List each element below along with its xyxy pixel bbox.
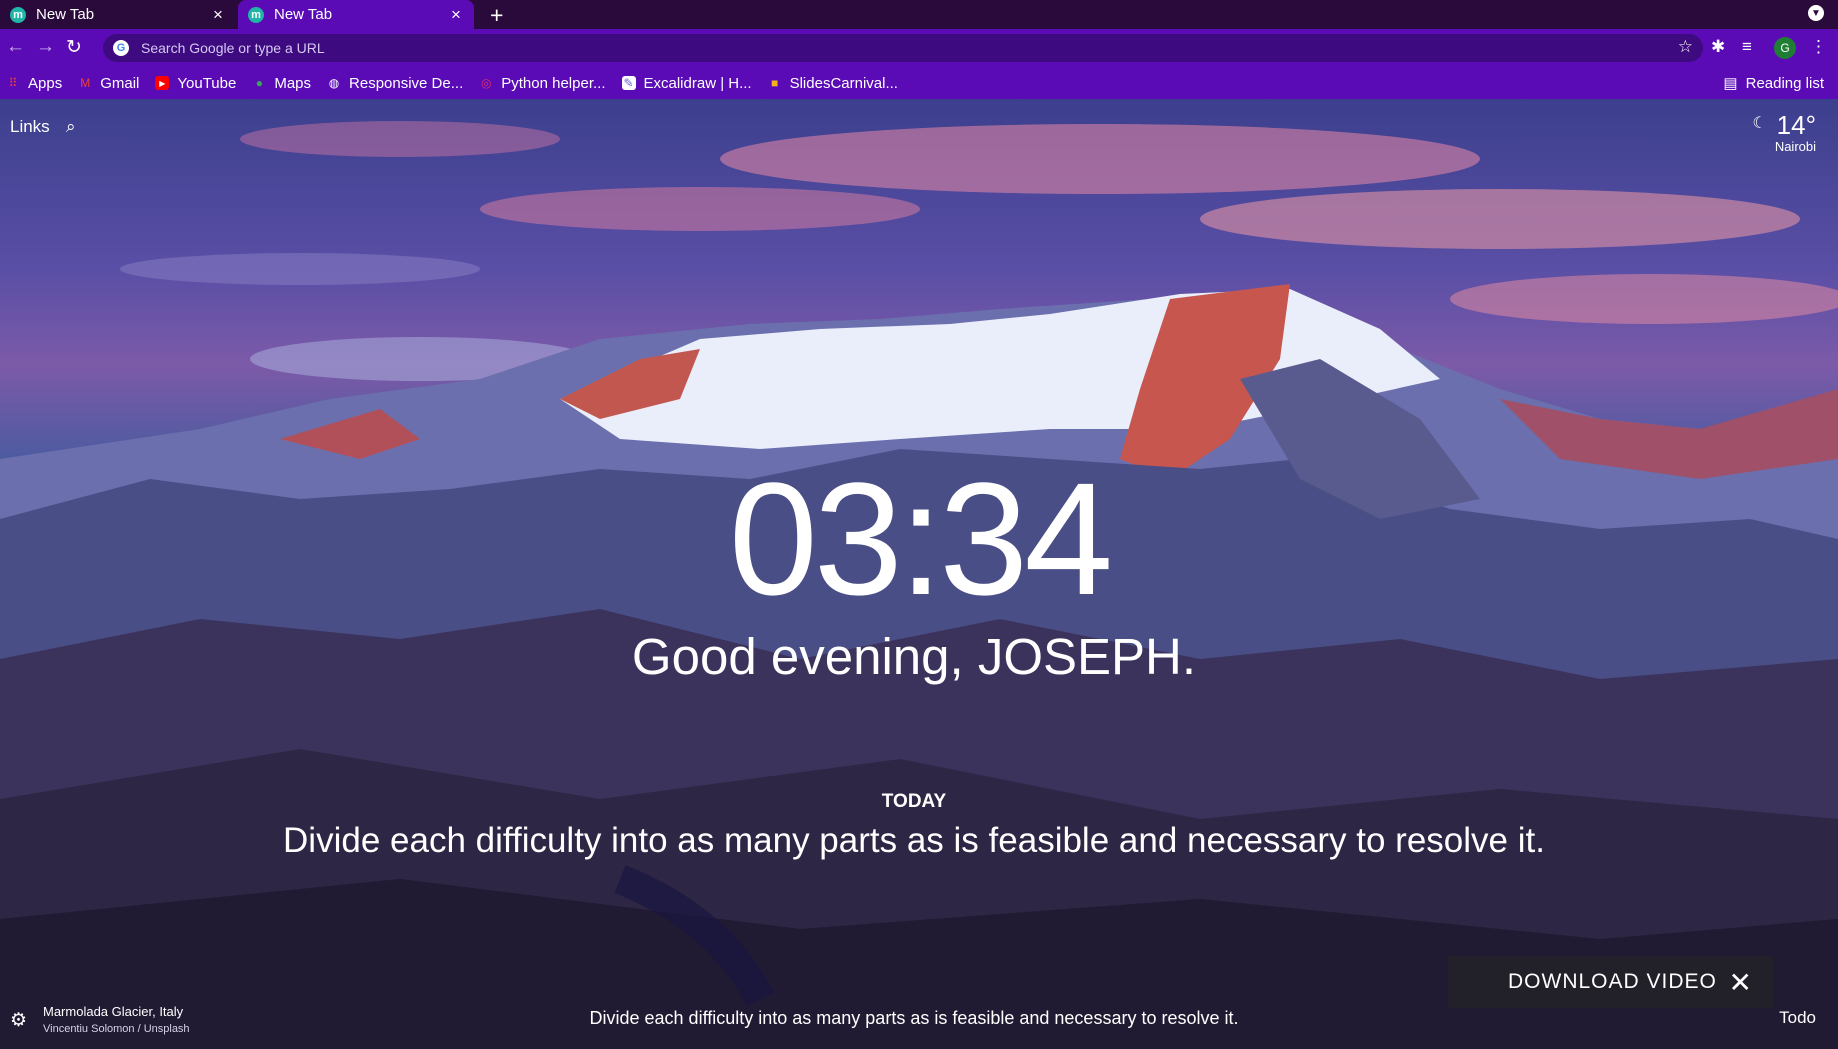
tab-new-tab-1[interactable]: m New Tab × — [0, 0, 236, 29]
back-arrow-icon[interactable]: ← — [6, 36, 25, 58]
bookmark-label: Python helper... — [501, 74, 606, 92]
bookmark-slidescarnival[interactable]: ■ SlidesCarnival... — [768, 75, 898, 92]
download-video-label[interactable]: DOWNLOAD VIDEO — [1508, 970, 1729, 994]
search-icon[interactable]: ⌕ — [66, 117, 76, 137]
bookmark-gmail[interactable]: M Gmail — [78, 75, 139, 92]
bookmark-label: SlidesCarnival... — [789, 74, 898, 92]
maps-icon: ● — [255, 76, 263, 90]
gmail-icon: M — [80, 76, 91, 90]
reading-list-icon: ▤ — [1723, 75, 1738, 92]
daily-quote: Divide each difficulty into as many part… — [589, 1008, 1239, 1028]
bookmark-label: Apps — [28, 74, 63, 92]
browser-toolbar: ← → ↻ G ☆ ✱ ≡ G ⋮ — [0, 29, 1838, 67]
weather-widget[interactable]: ☾ 14° Nairobi — [1752, 110, 1816, 154]
temperature: 14° — [1776, 110, 1816, 140]
focus-text[interactable]: Divide each difficulty into as many part… — [0, 821, 1828, 861]
apps-grid-icon: ⠿ — [8, 76, 18, 90]
bookmark-excalidraw[interactable]: ✎ Excalidraw | H... — [621, 74, 752, 92]
momentum-favicon-icon: m — [248, 6, 264, 23]
momentum-favicon-icon: m — [10, 6, 26, 23]
close-icon[interactable]: ✕ — [1729, 966, 1753, 999]
greeting-text: Good evening, JOSEPH. — [631, 628, 1197, 685]
bookmark-label: Responsive De... — [349, 74, 464, 92]
globe-icon: ◍ — [328, 76, 340, 90]
bookmark-label: Excalidraw | H... — [643, 74, 752, 92]
bookmark-label: Gmail — [100, 74, 140, 92]
tab-close-icon[interactable]: × — [210, 5, 226, 25]
reading-list-button[interactable]: ▤ Reading list — [1723, 67, 1824, 99]
tab-title: New Tab — [274, 6, 333, 23]
bookmark-python-helper[interactable]: ◎ Python helper... — [479, 74, 606, 92]
links-button[interactable]: Links — [10, 117, 50, 137]
bookmark-label: YouTube — [177, 74, 237, 92]
google-logo-icon: G — [113, 40, 129, 56]
tab-title: New Tab — [36, 6, 95, 23]
bookmark-maps[interactable]: ● Maps — [252, 75, 311, 92]
download-video-banner[interactable]: DOWNLOAD VIDEO ✕ — [1448, 956, 1773, 1008]
focus-today-label: TODAY — [881, 791, 947, 812]
youtube-icon: ▶ — [155, 76, 170, 90]
clock-time: 03:34 — [728, 449, 1113, 628]
reading-list-label: Reading list — [1745, 74, 1824, 92]
tab-strip: m New Tab × m New Tab × + ▼ — [0, 0, 1838, 29]
extensions-puzzle-icon[interactable]: ✱ — [1711, 37, 1725, 57]
profile-avatar[interactable]: G — [1774, 37, 1796, 59]
forward-arrow-icon[interactable]: → — [36, 36, 55, 58]
new-tab-plus-icon[interactable]: + — [490, 2, 503, 29]
tab-search-chevron-icon[interactable]: ▼ — [1808, 5, 1824, 21]
moon-icon: ☾ — [1752, 115, 1767, 132]
bookmark-responsive-design[interactable]: ◍ Responsive De... — [327, 75, 463, 92]
tab-new-tab-2-active[interactable]: m New Tab × — [238, 0, 474, 29]
momentum-new-tab-page: Links ⌕ ☾ 14° Nairobi 03:34 Good evening,… — [0, 99, 1838, 1049]
tab-close-icon[interactable]: × — [448, 5, 464, 25]
excalidraw-icon: ✎ — [621, 76, 636, 90]
bookmark-youtube[interactable]: ▶ YouTube — [155, 75, 236, 92]
media-control-icon[interactable]: ≡ — [1742, 37, 1752, 57]
bookmark-label: Maps — [274, 74, 312, 92]
bookmark-apps[interactable]: ⠿ Apps — [6, 74, 63, 92]
weather-city: Nairobi — [1774, 139, 1816, 154]
slidescarnival-icon: ■ — [770, 76, 779, 90]
bookmarks-bar: ⠿ Apps M Gmail ▶ YouTube ● Maps ◍ Respon… — [0, 67, 1838, 99]
browser-menu-icon[interactable]: ⋮ — [1810, 37, 1827, 57]
instagram-icon: ◎ — [481, 76, 492, 90]
address-input[interactable] — [139, 39, 1543, 57]
bookmark-star-icon[interactable]: ☆ — [1678, 37, 1693, 57]
address-bar[interactable]: G ☆ — [103, 34, 1703, 62]
reload-icon[interactable]: ↻ — [66, 36, 82, 59]
todo-button[interactable]: Todo — [1779, 1008, 1816, 1028]
